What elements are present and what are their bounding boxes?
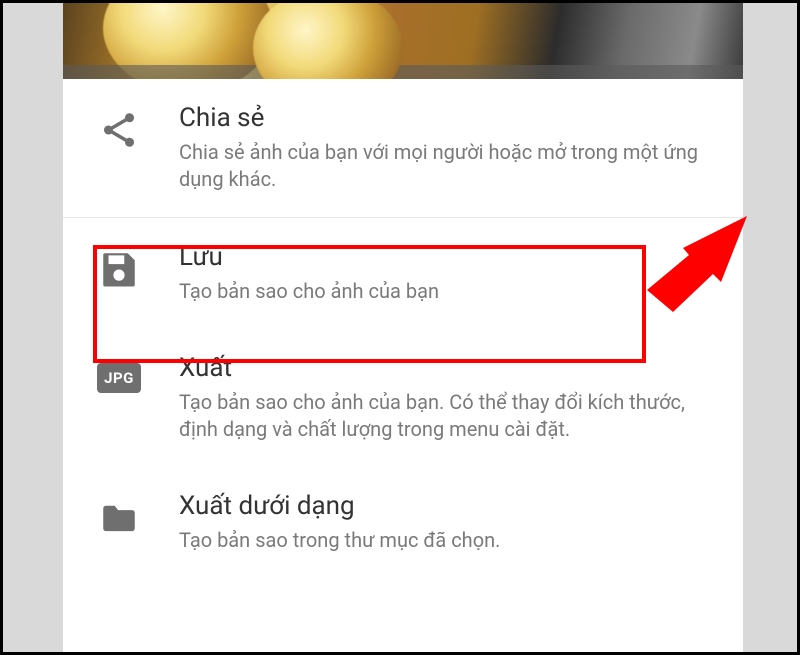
screenshot-frame: Chia sẻ Chia sẻ ảnh của bạn với mọi ngườ… (0, 0, 800, 655)
export-as-title: Xuất dưới dạng (179, 491, 707, 521)
save-desc: Tạo bản sao cho ảnh của bạn (179, 278, 707, 305)
export-as-icon (93, 491, 145, 539)
export-desc: Tạo bản sao cho ảnh của bạn. Có thể thay… (179, 389, 707, 443)
floppy-icon (98, 248, 140, 290)
share-item[interactable]: Chia sẻ Chia sẻ ảnh của bạn với mọi ngườ… (63, 79, 743, 217)
phone-screen: Chia sẻ Chia sẻ ảnh của bạn với mọi ngườ… (63, 3, 743, 652)
save-title: Lưu (179, 242, 707, 272)
share-desc: Chia sẻ ảnh của bạn với mọi người hoặc m… (179, 139, 707, 193)
export-title: Xuất (179, 353, 707, 383)
photo-preview (63, 3, 743, 79)
save-icon (93, 242, 145, 290)
preview-overlay-bar (63, 65, 743, 79)
save-item[interactable]: Lưu Tạo bản sao cho ảnh của bạn (63, 218, 743, 329)
share-title: Chia sẻ (179, 103, 707, 133)
folder-icon (98, 497, 140, 539)
export-icon: JPG (93, 353, 145, 393)
share-icon-svg (98, 109, 140, 151)
action-sheet: Chia sẻ Chia sẻ ảnh của bạn với mọi ngườ… (63, 79, 743, 578)
share-icon (93, 103, 145, 151)
jpg-badge-icon: JPG (97, 363, 141, 393)
export-as-item[interactable]: Xuất dưới dạng Tạo bản sao trong thư mục… (63, 467, 743, 578)
export-item[interactable]: JPG Xuất Tạo bản sao cho ảnh của bạn. Có… (63, 329, 743, 467)
export-as-desc: Tạo bản sao trong thư mục đã chọn. (179, 527, 707, 554)
